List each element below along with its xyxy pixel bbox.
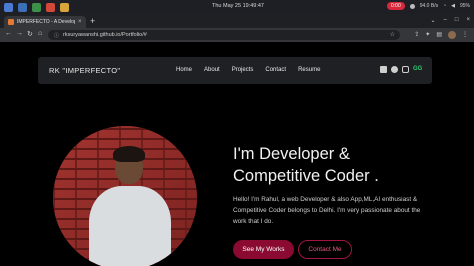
person-hair bbox=[113, 146, 145, 162]
browser-toolbar: ← → ↻ ⌂ ⓘ rksuryawanshi.github.io/Portfo… bbox=[0, 28, 474, 42]
browser-tab-bar: IMPERFECTO - A Developer × + ⌄ – □ × bbox=[0, 14, 474, 28]
new-tab-button[interactable]: + bbox=[90, 16, 95, 26]
url-text: rksuryawanshi.github.io/Portfolio/# bbox=[63, 32, 147, 38]
linkedin-icon[interactable] bbox=[380, 66, 387, 73]
hero-bio: Hello! I'm Rahul, a web Developer & also… bbox=[233, 196, 421, 225]
wifi-icon[interactable]: ◔ bbox=[443, 3, 446, 9]
nav-home[interactable]: Home bbox=[176, 67, 192, 73]
profile-photo bbox=[53, 126, 197, 266]
maximize-icon[interactable]: □ bbox=[455, 17, 459, 24]
bookmark-star-icon[interactable]: ☆ bbox=[390, 31, 395, 38]
tab-favicon-icon bbox=[8, 19, 14, 25]
recording-indicator[interactable]: 0:00 bbox=[387, 2, 405, 10]
home-icon[interactable]: ⌂ bbox=[38, 30, 42, 37]
app-launcher-icon[interactable] bbox=[4, 2, 13, 12]
system-clock: Thu May 25 19:49:47 bbox=[212, 3, 264, 9]
profile-avatar[interactable] bbox=[448, 31, 456, 39]
instagram-icon[interactable] bbox=[402, 66, 409, 73]
battery-level: 95% bbox=[459, 3, 470, 9]
portfolio-page: RK "IMPERFECTO" Home About Projects Cont… bbox=[0, 42, 474, 266]
see-my-works-button[interactable]: See My Works bbox=[233, 240, 294, 259]
network-speed: 94.0 B/s bbox=[419, 3, 439, 9]
chrome-icon[interactable] bbox=[46, 2, 55, 12]
reload-icon[interactable]: ↻ bbox=[27, 30, 33, 38]
headline-line-1: I'm Developer & bbox=[233, 145, 350, 163]
site-navbar: RK "IMPERFECTO" Home About Projects Cont… bbox=[38, 57, 432, 84]
site-info-icon[interactable]: ⓘ bbox=[54, 32, 59, 39]
person-shirt bbox=[89, 186, 171, 266]
close-tab-icon[interactable]: × bbox=[78, 19, 82, 25]
forward-icon[interactable]: → bbox=[16, 30, 23, 37]
tab-title: IMPERFECTO - A Developer bbox=[17, 19, 75, 25]
address-bar[interactable]: ⓘ rksuryawanshi.github.io/Portfolio/# ☆ bbox=[48, 30, 400, 40]
minimize-icon[interactable]: – bbox=[444, 17, 447, 24]
headline-line-2: Competitive Coder . bbox=[233, 167, 379, 185]
contact-me-button[interactable]: Contact Me bbox=[298, 240, 352, 259]
share-icon[interactable]: ⇪ bbox=[414, 31, 419, 39]
extensions-icon[interactable]: ✦ bbox=[425, 31, 430, 39]
files-icon[interactable] bbox=[18, 2, 27, 12]
github-icon[interactable] bbox=[391, 66, 398, 73]
site-brand[interactable]: RK "IMPERFECTO" bbox=[49, 66, 120, 75]
nav-about[interactable]: About bbox=[204, 67, 220, 73]
record-stop-icon[interactable] bbox=[409, 3, 415, 9]
folder-icon[interactable] bbox=[60, 2, 69, 12]
nav-projects[interactable]: Projects bbox=[232, 67, 254, 73]
browser-icon[interactable] bbox=[32, 2, 41, 12]
menu-icon[interactable]: ⋮ bbox=[462, 31, 468, 39]
os-top-bar: Thu May 25 19:49:47 0:00 94.0 B/s ◔ ◀ 95… bbox=[0, 0, 474, 14]
sidebar-icon[interactable]: ▤ bbox=[436, 31, 442, 39]
tab-search-icon[interactable]: ⌄ bbox=[430, 17, 435, 24]
nav-contact[interactable]: Contact bbox=[265, 67, 286, 73]
hero-headline: I'm Developer & Competitive Coder . bbox=[233, 143, 463, 187]
browser-tab[interactable]: IMPERFECTO - A Developer × bbox=[4, 16, 86, 28]
close-window-icon[interactable]: × bbox=[466, 17, 470, 24]
volume-icon[interactable]: ◀ bbox=[451, 3, 455, 9]
geeksforgeeks-icon[interactable]: GG bbox=[413, 66, 424, 73]
nav-resume[interactable]: Resume bbox=[298, 67, 320, 73]
back-icon[interactable]: ← bbox=[5, 30, 12, 37]
